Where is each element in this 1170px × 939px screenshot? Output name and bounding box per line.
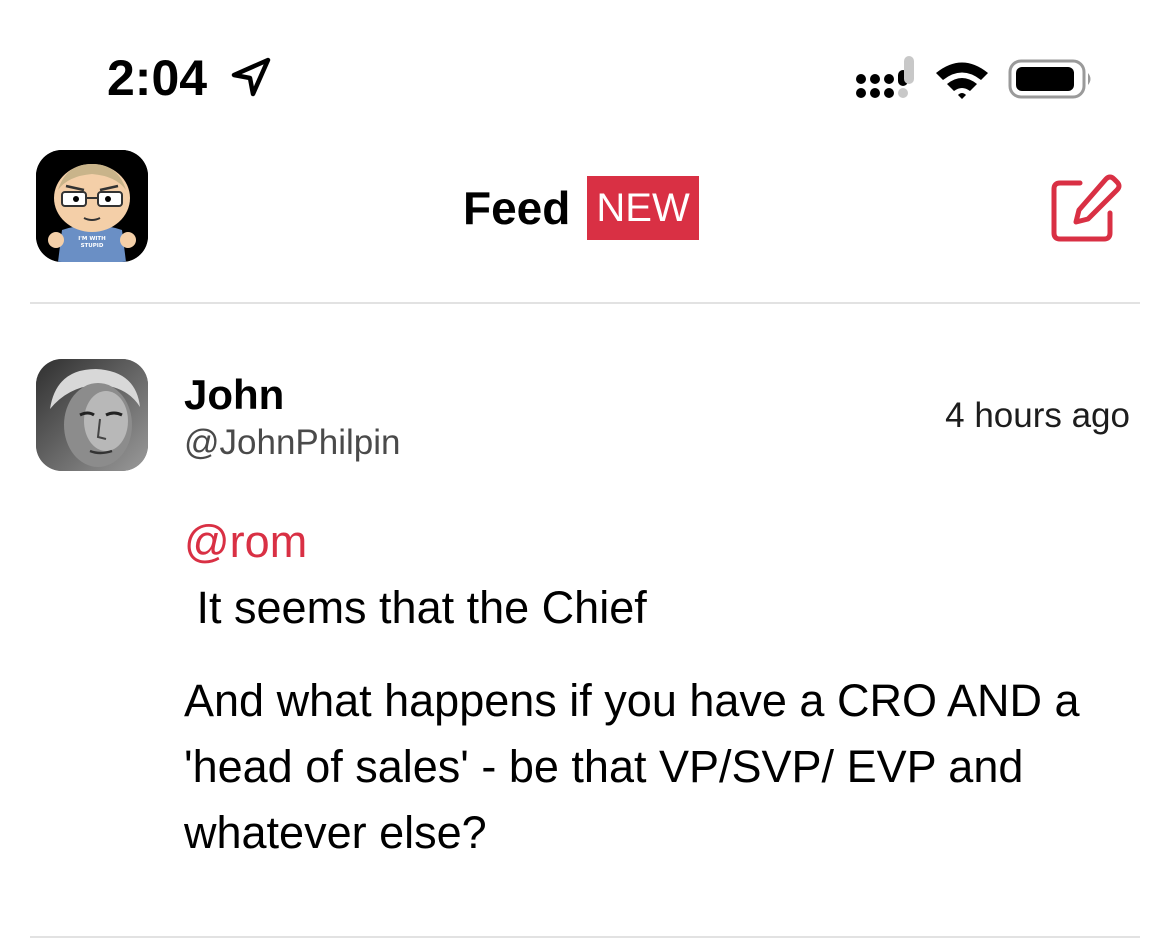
battery-icon xyxy=(1008,59,1091,99)
post-timestamp: 4 hours ago xyxy=(945,396,1130,435)
page-title: Feed xyxy=(463,182,571,234)
post-body-line: It seems that the Chief xyxy=(184,582,647,633)
svg-text:I'M WITH: I'M WITH xyxy=(78,236,106,242)
post-body-paragraph: And what happens if you have a CRO AND a… xyxy=(184,675,1080,858)
header-title-group: Feed NEW xyxy=(463,176,699,240)
app-avatar[interactable]: I'M WITH STUPID xyxy=(36,150,148,262)
location-arrow-icon xyxy=(231,57,271,97)
post-author-avatar[interactable] xyxy=(36,359,148,471)
avatar-cartoon-icon: I'M WITH STUPID xyxy=(36,150,148,262)
cellular-signal-icon xyxy=(856,56,914,98)
header-divider xyxy=(30,302,1140,304)
post-author-name[interactable]: John xyxy=(184,370,284,420)
new-badge: NEW xyxy=(587,176,699,240)
author-photo-icon xyxy=(36,359,148,471)
wifi-icon xyxy=(936,62,988,99)
post-author-handle[interactable]: @JohnPhilpin xyxy=(184,421,401,465)
compose-icon[interactable] xyxy=(1050,173,1122,243)
status-time: 2:04 xyxy=(107,50,208,106)
post-mention-link[interactable]: @rom xyxy=(184,514,307,570)
svg-text:STUPID: STUPID xyxy=(81,243,104,249)
post-divider xyxy=(30,936,1140,938)
